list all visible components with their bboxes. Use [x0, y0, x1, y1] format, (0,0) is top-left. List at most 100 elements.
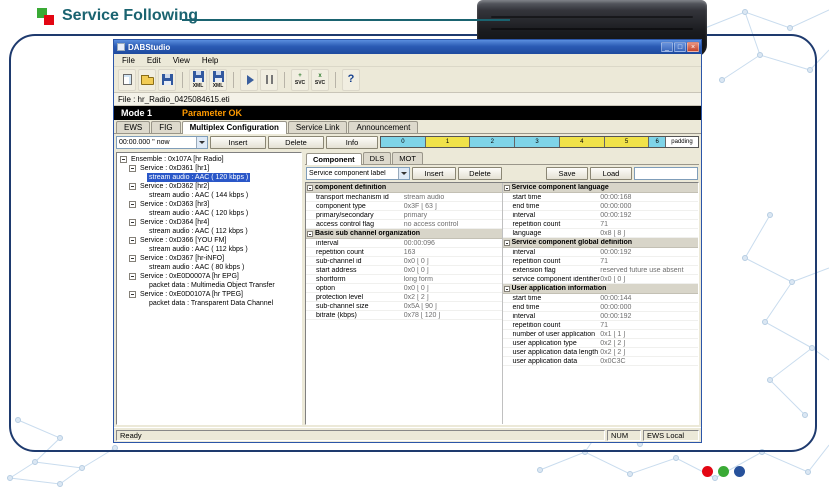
save-button[interactable]: Save: [546, 167, 588, 180]
minimize-button[interactable]: _: [661, 42, 673, 52]
tab-service-link[interactable]: Service Link: [288, 121, 348, 133]
collapse-icon[interactable]: [120, 156, 127, 163]
property-value[interactable]: 0x78 [ 120 ]: [404, 312, 502, 319]
property-row[interactable]: interval00:00:192: [503, 312, 699, 321]
timeline-segment-2[interactable]: 2: [470, 137, 515, 147]
property-value[interactable]: 0x0 [ 0 ]: [404, 285, 502, 292]
tree-item[interactable]: Service : 0xD364 [hr4]: [117, 218, 301, 227]
timeline-segment-5[interactable]: 5: [605, 137, 650, 147]
property-row[interactable]: option0x0 [ 0 ]: [306, 284, 502, 293]
property-section-header[interactable]: Service component global definition: [503, 238, 699, 248]
property-row[interactable]: number of user application0x1 [ 1 ]: [503, 330, 699, 339]
property-row[interactable]: sub-channel id0x0 [ 0 ]: [306, 257, 502, 266]
property-value[interactable]: reserved future use absent: [600, 267, 698, 274]
property-row[interactable]: start time00:00:168: [503, 193, 699, 202]
property-row[interactable]: user application data0x0C3C: [503, 357, 699, 366]
property-value[interactable]: 00:00:096: [404, 240, 502, 247]
property-value[interactable]: 00:00:192: [600, 212, 698, 219]
tree-item[interactable]: Ensemble : 0x107A [hr Radio]: [117, 155, 301, 164]
property-value[interactable]: 0x0 [ 0 ]: [404, 267, 502, 274]
property-value[interactable]: primary: [404, 212, 502, 219]
property-row[interactable]: bitrate (kbps)0x78 [ 120 ]: [306, 311, 502, 320]
tree-item[interactable]: Service : 0xE0D0007A [hr EPG]: [117, 272, 301, 281]
open-file-button[interactable]: [138, 69, 156, 91]
tab-multiplex-configuration[interactable]: Multiplex Configuration: [182, 121, 287, 134]
property-row[interactable]: sub-channel size0x5A [ 90 ]: [306, 302, 502, 311]
timeline-segment-4[interactable]: 4: [560, 137, 605, 147]
tree-item[interactable]: Service : 0xD366 [YOU FM]: [117, 236, 301, 245]
tree-item[interactable]: Service : 0xD367 [hr-iNFO]: [117, 254, 301, 263]
menu-edit[interactable]: Edit: [141, 56, 167, 65]
property-row[interactable]: repetition count71: [503, 257, 699, 266]
collapse-icon[interactable]: [307, 185, 313, 191]
collapse-icon[interactable]: [129, 201, 136, 208]
property-section-header[interactable]: Basic sub channel organization: [306, 229, 502, 239]
tree-item[interactable]: stream audio : AAC ( 120 kbps ): [117, 173, 301, 182]
component-value-input[interactable]: [634, 167, 698, 180]
property-row[interactable]: interval00:00:192: [503, 248, 699, 257]
tree-item[interactable]: Service : 0xD363 [hr3]: [117, 200, 301, 209]
property-row[interactable]: extension flagreserved future use absent: [503, 266, 699, 275]
info-button[interactable]: Info: [326, 136, 378, 149]
collapse-icon[interactable]: [504, 286, 510, 292]
property-value[interactable]: 163: [404, 249, 502, 256]
tab-ews[interactable]: EWS: [116, 121, 150, 133]
tree-item[interactable]: Service : 0xE0D0107A [hr TPEG]: [117, 290, 301, 299]
collapse-icon[interactable]: [307, 231, 313, 237]
maximize-button[interactable]: □: [674, 42, 686, 52]
property-value[interactable]: 00:00:192: [600, 249, 698, 256]
property-row[interactable]: start time00:00:144: [503, 294, 699, 303]
property-row[interactable]: user application type0x2 [ 2 ]: [503, 339, 699, 348]
window-titlebar[interactable]: DABStudio _ □ ×: [114, 40, 701, 54]
property-value[interactable]: 0x2 [ 2 ]: [404, 294, 502, 301]
component-delete-button[interactable]: Delete: [458, 167, 502, 180]
property-row[interactable]: end time00:00:000: [503, 202, 699, 211]
tree-item[interactable]: stream audio : AAC ( 112 kbps ): [117, 227, 301, 236]
remove-service-button[interactable]: xSVC: [311, 69, 329, 91]
new-document-button[interactable]: [118, 69, 136, 91]
component-label-dropdown[interactable]: Service component label: [306, 167, 410, 180]
property-section-header[interactable]: User application information: [503, 284, 699, 294]
menu-help[interactable]: Help: [196, 56, 224, 65]
property-value[interactable]: stream audio: [404, 194, 502, 201]
tree-item[interactable]: Service : 0xD361 [hr1]: [117, 164, 301, 173]
tree-item[interactable]: stream audio : AAC ( 112 kbps ): [117, 245, 301, 254]
tab-dls[interactable]: DLS: [363, 152, 392, 164]
property-row[interactable]: language0x8 [ 8 ]: [503, 229, 699, 238]
tab-component[interactable]: Component: [306, 153, 362, 165]
load-button[interactable]: Load: [590, 167, 632, 180]
property-value[interactable]: 00:00:144: [600, 295, 698, 302]
insert-button[interactable]: Insert: [210, 136, 266, 149]
property-row[interactable]: component type0x3F [ 63 ]: [306, 202, 502, 211]
pause-button[interactable]: [260, 69, 278, 91]
collapse-icon[interactable]: [504, 185, 510, 191]
property-section-header[interactable]: component definition: [306, 183, 502, 193]
property-value[interactable]: 0x3F [ 63 ]: [404, 203, 502, 210]
time-dropdown[interactable]: 00:00.000 '' now: [116, 136, 208, 149]
property-value[interactable]: no access control: [404, 221, 502, 228]
collapse-icon[interactable]: [129, 291, 136, 298]
timeline-segment-1[interactable]: 1: [426, 137, 471, 147]
property-row[interactable]: shortformlong form: [306, 275, 502, 284]
tree-item[interactable]: stream audio : AAC ( 80 kbps ): [117, 263, 301, 272]
add-service-button[interactable]: +SVC: [291, 69, 309, 91]
property-row[interactable]: repetition count71: [503, 321, 699, 330]
save-file-button[interactable]: [158, 69, 176, 91]
property-value[interactable]: 0x5A [ 90 ]: [404, 303, 502, 310]
property-value[interactable]: 0x2 [ 2 ]: [600, 349, 698, 356]
property-value[interactable]: long form: [404, 276, 502, 283]
property-section-header[interactable]: Service component language: [503, 183, 699, 193]
collapse-icon[interactable]: [129, 273, 136, 280]
menu-file[interactable]: File: [116, 56, 141, 65]
property-value[interactable]: 0x2 [ 2 ]: [600, 340, 698, 347]
timeline-segment-3[interactable]: 3: [515, 137, 560, 147]
property-row[interactable]: service component identifier0x0 [ 0 ]: [503, 275, 699, 284]
property-value[interactable]: 00:00:000: [600, 203, 698, 210]
timeline-segment-0[interactable]: 0: [381, 137, 426, 147]
timeline-segment-padding[interactable]: padding: [666, 137, 698, 147]
close-button[interactable]: ×: [687, 42, 699, 52]
play-button[interactable]: [240, 69, 258, 91]
property-row[interactable]: access control flagno access control: [306, 220, 502, 229]
property-row[interactable]: repetition count163: [306, 248, 502, 257]
tree-item[interactable]: packet data : Transparent Data Channel: [117, 299, 301, 308]
